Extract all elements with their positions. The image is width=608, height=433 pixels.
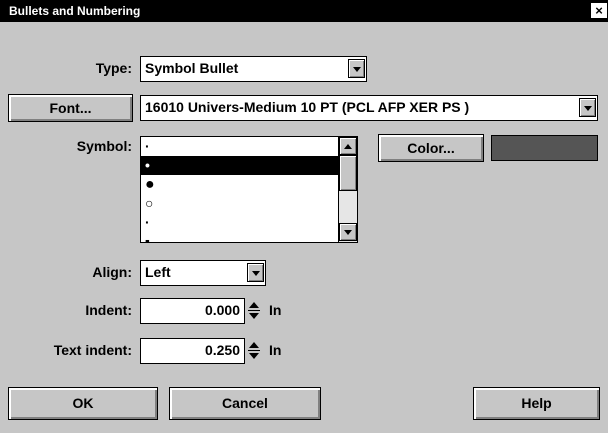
scroll-up-icon[interactable] [339,137,357,155]
text-indent-label: Text indent: [53,342,132,358]
font-dropdown-arrow-icon[interactable] [579,98,596,117]
ok-button[interactable]: OK [8,387,158,420]
align-dropdown-arrow-icon[interactable] [247,263,264,282]
hollow-circle-icon: ○ [145,195,154,211]
symbol-label: Symbol: [76,138,132,154]
color-swatch [491,135,598,161]
symbol-list-item[interactable]: · [141,213,338,232]
font-button[interactable]: Font... [8,94,133,122]
text-indent-input[interactable]: 0.250 [140,338,245,364]
symbol-list-item[interactable]: ▪ [141,232,338,243]
indent-label: Indent: [85,302,132,318]
type-dropdown-arrow-icon[interactable] [348,59,365,78]
small-bullet-icon: • [145,157,150,173]
symbol-list-item[interactable]: ○ [141,194,338,213]
align-select-value: Left [145,264,171,280]
indent-value: 0.000 [204,302,240,318]
align-label: Align: [92,264,132,280]
symbol-list-item[interactable]: · [141,137,338,156]
type-select-value: Symbol Bullet [145,60,239,76]
cancel-button[interactable]: Cancel [169,387,321,420]
symbol-list-item[interactable]: ● [141,175,338,194]
dialog-title: Bullets and Numbering [9,4,141,18]
scroll-thumb[interactable] [339,155,357,191]
font-select[interactable]: 16010 Univers-Medium 10 PT (PCL AFP XER … [140,95,598,121]
symbol-list-item[interactable]: • [141,156,338,175]
symbol-list[interactable]: · • ● ○ · ▪ [140,136,358,243]
align-select[interactable]: Left [140,260,266,286]
color-button[interactable]: Color... [378,134,484,162]
type-label: Type: [95,60,132,76]
title-bar: Bullets and Numbering × [0,0,608,22]
help-button[interactable]: Help [473,387,600,420]
font-select-value: 16010 Univers-Medium 10 PT (PCL AFP XER … [145,99,470,115]
indent-unit: In [269,302,282,318]
large-bullet-icon: ● [145,176,155,193]
indent-spinner-icon[interactable] [247,300,261,322]
text-indent-unit: In [269,342,282,358]
type-select[interactable]: Symbol Bullet [140,56,367,82]
text-indent-value: 0.250 [204,342,240,358]
tiny-dot-icon: · [145,138,150,154]
text-indent-spinner-icon[interactable] [247,340,261,362]
tiny-dot-icon: · [145,214,150,230]
symbol-scrollbar[interactable] [338,137,357,242]
small-square-icon: ▪ [145,233,150,243]
indent-input[interactable]: 0.000 [140,298,245,324]
close-icon[interactable]: × [591,3,607,18]
scroll-down-icon[interactable] [339,223,357,241]
